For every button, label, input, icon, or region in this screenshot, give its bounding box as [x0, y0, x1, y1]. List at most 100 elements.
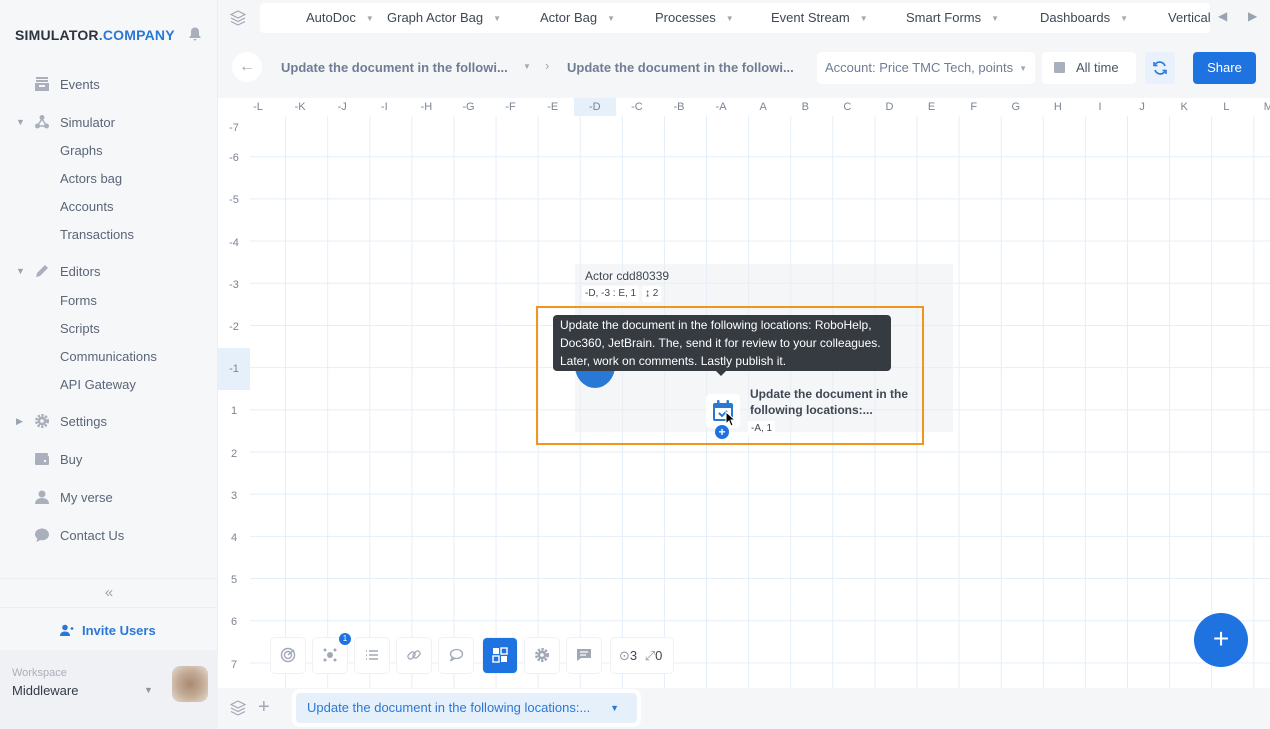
sidebar-item-settings[interactable]: ▶ Settings [0, 409, 218, 433]
bell-icon[interactable] [187, 26, 203, 42]
column-header[interactable]: C [826, 98, 868, 116]
column-header[interactable]: H [1037, 98, 1079, 116]
row-header[interactable]: -2 [218, 306, 250, 348]
column-header[interactable]: B [784, 98, 826, 116]
add-fab-button[interactable]: + [1194, 613, 1248, 667]
add-link-button[interactable]: + [715, 425, 729, 439]
column-header[interactable]: L [1205, 98, 1247, 116]
column-header[interactable]: A [742, 98, 784, 116]
column-header[interactable]: -E [532, 98, 574, 116]
messages-tool-button[interactable] [567, 638, 601, 673]
column-header[interactable]: E [911, 98, 953, 116]
caret-down-icon[interactable]: ▼ [610, 693, 619, 723]
actor-title[interactable]: Actor cdd80339 [585, 269, 669, 283]
brand-logo[interactable]: SIMULATOR.COMPANY [15, 27, 175, 43]
sidebar-item-graphs[interactable]: Graphs [0, 138, 218, 162]
layers-icon[interactable] [230, 10, 246, 26]
caret-down-icon[interactable]: ▼ [523, 62, 531, 71]
caret-down-icon[interactable]: ▼ [144, 685, 153, 695]
sidebar-item-api-gateway[interactable]: API Gateway [0, 372, 218, 396]
tabs-scroll-right-icon[interactable]: ▶ [1248, 9, 1257, 23]
sidebar-item-transactions[interactable]: Transactions [0, 222, 218, 246]
graph-tool-button[interactable]: 1 [313, 633, 351, 673]
sidebar-item-accounts[interactable]: Accounts [0, 194, 218, 218]
comment-tool-button[interactable] [439, 638, 473, 673]
row-header[interactable]: -4 [218, 222, 250, 264]
row-header[interactable]: -5 [218, 179, 250, 221]
row-header[interactable]: 6 [218, 601, 250, 643]
column-header[interactable]: I [1079, 98, 1121, 116]
settings-tool-button[interactable] [525, 638, 559, 673]
column-header[interactable]: -J [321, 98, 363, 116]
caret-down-icon[interactable]: ▼ [366, 14, 374, 23]
layer-tab-active[interactable]: Update the document in the following loc… [296, 693, 637, 723]
sidebar-item-actors-bag[interactable]: Actors bag [0, 166, 218, 190]
column-header[interactable]: -C [616, 98, 658, 116]
column-header[interactable]: -A [700, 98, 742, 116]
row-header[interactable]: -1 [218, 348, 250, 391]
caret-down-icon[interactable]: ▼ [607, 14, 615, 23]
tab-smart-forms[interactable]: Smart Forms ▼ [906, 3, 999, 33]
row-header[interactable]: 4 [218, 517, 250, 559]
sidebar-item-events[interactable]: Events [0, 72, 218, 96]
sidebar-item-scripts[interactable]: Scripts [0, 316, 218, 340]
row-header[interactable]: 7 [218, 644, 250, 686]
caret-down-icon[interactable]: ▼ [860, 14, 868, 23]
invite-users-button[interactable]: Invite Users [60, 620, 156, 640]
breadcrumb-item[interactable]: Update the document in the followi... [567, 60, 794, 75]
sidebar-item-buy[interactable]: Buy [0, 447, 218, 471]
caret-down-icon[interactable]: ▼ [16, 266, 25, 276]
refresh-button[interactable] [1145, 52, 1175, 84]
column-header[interactable]: -I [363, 98, 405, 116]
row-header[interactable]: -6 [218, 137, 250, 179]
column-header[interactable]: D [869, 98, 911, 116]
radar-tool-button[interactable] [271, 638, 305, 673]
column-header[interactable]: -L [237, 98, 279, 116]
caret-down-icon[interactable]: ▼ [726, 14, 734, 23]
caret-right-icon[interactable]: ▶ [16, 416, 23, 427]
column-header[interactable]: -D [573, 98, 616, 116]
sidebar-item-communications[interactable]: Communications [0, 344, 218, 368]
layout-tool-button[interactable] [483, 638, 517, 673]
add-layer-button[interactable]: + [258, 696, 270, 719]
sidebar-item-simulator[interactable]: ▼ Simulator [0, 110, 218, 134]
column-header[interactable]: -F [490, 98, 532, 116]
graph-canvas[interactable]: -L -K -J -I -H -G -F -E -D -C -B -A A B C D E F G H I J K L M -7… [218, 98, 1270, 688]
sidebar-item-forms[interactable]: Forms [0, 288, 218, 312]
tab-event-stream[interactable]: Event Stream ▼ [771, 3, 868, 33]
caret-down-icon[interactable]: ▼ [991, 14, 999, 23]
sidebar-item-contact-us[interactable]: Contact Us [0, 523, 218, 547]
column-header[interactable]: -G [448, 98, 490, 116]
tab-vertical[interactable]: Vertical [1168, 3, 1210, 33]
row-header[interactable]: -3 [218, 264, 250, 306]
workspace-selector[interactable]: Workspace Middleware ▼ [0, 650, 218, 729]
column-header[interactable]: F [953, 98, 995, 116]
share-button[interactable]: Share [1193, 52, 1256, 84]
row-header[interactable]: 3 [218, 475, 250, 517]
column-header[interactable]: J [1121, 98, 1163, 116]
column-header[interactable]: K [1163, 98, 1205, 116]
avatar[interactable] [172, 666, 208, 702]
tab-autodoc[interactable]: AutoDoc ▼ [306, 3, 374, 33]
breadcrumb-item[interactable]: Update the document in the followi... [281, 60, 508, 75]
time-filter-button[interactable]: All time [1042, 52, 1136, 84]
sidebar-item-my-verse[interactable]: My verse [0, 485, 218, 509]
tab-graph-actor-bag[interactable]: Graph Actor Bag ▼ [387, 3, 501, 33]
tabs-scroll-left-icon[interactable]: ◀ [1218, 9, 1227, 23]
caret-down-icon[interactable]: ▼ [1120, 14, 1128, 23]
tab-dashboards[interactable]: Dashboards ▼ [1040, 3, 1128, 33]
sidebar-item-editors[interactable]: ▼ Editors [0, 259, 218, 283]
caret-down-icon[interactable]: ▼ [493, 14, 501, 23]
tab-processes[interactable]: Processes ▼ [655, 3, 734, 33]
tab-actor-bag[interactable]: Actor Bag ▼ [540, 3, 615, 33]
account-select[interactable]: Account: Price TMC Tech, points ▼ [817, 52, 1035, 84]
caret-down-icon[interactable]: ▼ [16, 117, 25, 127]
back-button[interactable]: ← [232, 52, 262, 82]
row-header[interactable]: 2 [218, 433, 250, 475]
link-tool-button[interactable] [397, 638, 431, 673]
column-header[interactable]: M [1247, 98, 1270, 116]
layers-icon[interactable] [230, 700, 246, 716]
column-header[interactable]: -H [405, 98, 447, 116]
list-tool-button[interactable] [355, 638, 389, 673]
column-header[interactable]: -K [279, 98, 321, 116]
